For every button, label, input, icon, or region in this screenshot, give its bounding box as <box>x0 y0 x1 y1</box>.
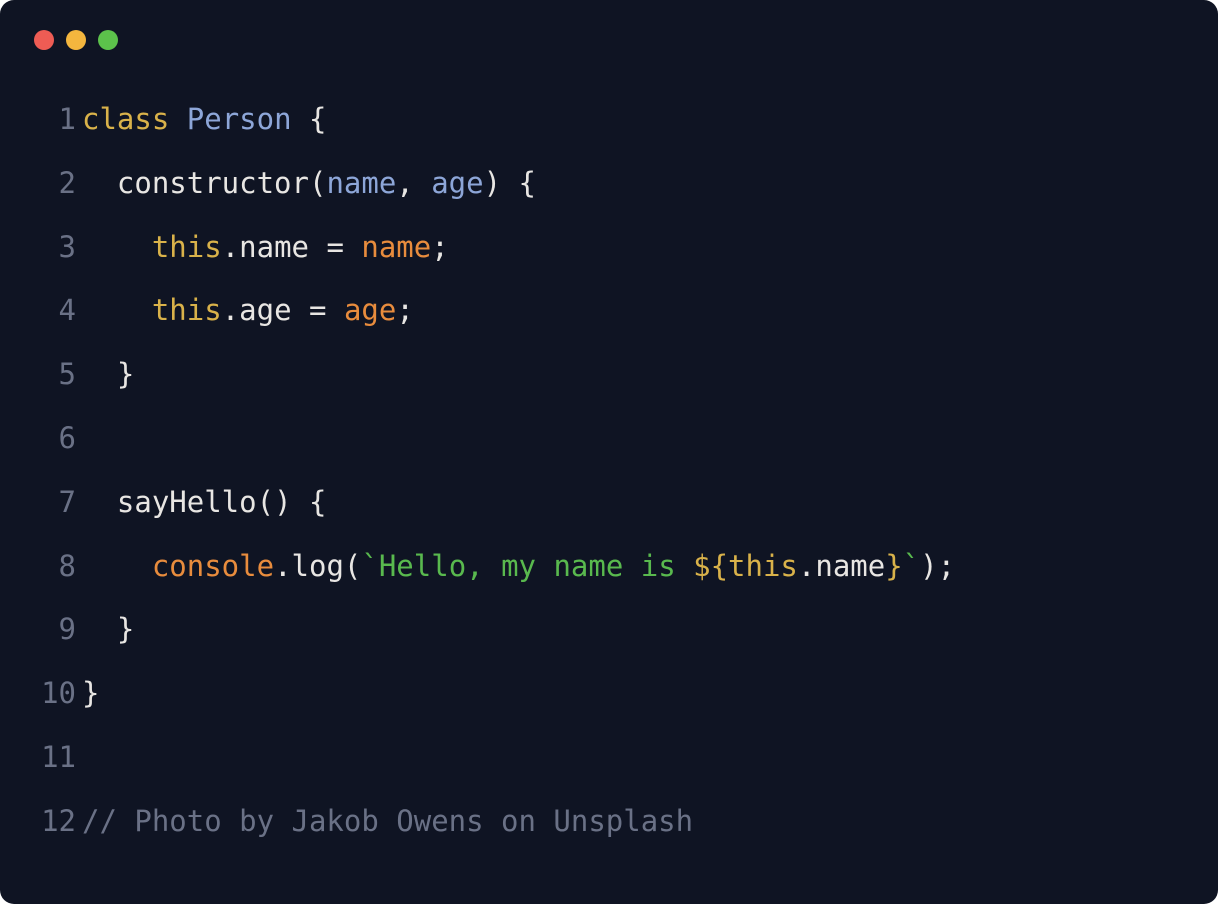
line-content: } <box>82 598 134 662</box>
line-number: 7 <box>34 471 76 535</box>
line-content: } <box>82 343 134 407</box>
line-content: constructor(name, age) { <box>82 152 536 216</box>
token-punct: = <box>309 230 361 264</box>
line-number: 6 <box>34 407 76 471</box>
code-line: 6 <box>34 407 1184 471</box>
token-fn-name: sayHello <box>117 485 257 519</box>
line-number: 8 <box>34 535 76 599</box>
token-this-kw: this <box>152 293 222 327</box>
token-punct: . <box>222 293 239 327</box>
token-punct <box>82 166 117 200</box>
line-content <box>82 726 99 790</box>
token-punct <box>169 102 186 136</box>
token-punct: = <box>292 293 344 327</box>
token-kw-class: class <box>82 102 169 136</box>
token-param: name <box>326 166 396 200</box>
code-line: 3 this.name = name; <box>34 216 1184 280</box>
line-content: } <box>82 662 99 726</box>
token-punct: { <box>292 102 327 136</box>
token-class-name: Person <box>187 102 292 136</box>
code-line: 8 console.log(`Hello, my name is ${this.… <box>34 535 1184 599</box>
code-line: 11 <box>34 726 1184 790</box>
token-punct: . <box>222 230 239 264</box>
token-punct: ) { <box>484 166 536 200</box>
token-var-ref: name <box>361 230 431 264</box>
line-number: 4 <box>34 279 76 343</box>
line-number: 2 <box>34 152 76 216</box>
line-content: sayHello() { <box>82 471 326 535</box>
line-content: console.log(`Hello, my name is ${this.na… <box>82 535 955 599</box>
code-line: 12// Photo by Jakob Owens on Unsplash <box>34 790 1184 854</box>
line-number: 11 <box>34 726 76 790</box>
token-punct: , <box>396 166 431 200</box>
line-content: // Photo by Jakob Owens on Unsplash <box>82 790 693 854</box>
window-titlebar <box>34 30 1184 50</box>
code-window: 1class Person {2 constructor(name, age) … <box>0 0 1218 904</box>
minimize-icon[interactable] <box>66 30 86 50</box>
line-number: 3 <box>34 216 76 280</box>
token-comment: // Photo by Jakob Owens on Unsplash <box>82 804 693 838</box>
token-interp-close: } <box>885 549 902 583</box>
token-punct: } <box>82 676 99 710</box>
token-fn-name: log <box>292 549 344 583</box>
code-line: 7 sayHello() { <box>34 471 1184 535</box>
token-prop: name <box>239 230 309 264</box>
code-line: 5 } <box>34 343 1184 407</box>
token-string: `Hello, my name is <box>361 549 693 583</box>
token-punct: ; <box>396 293 413 327</box>
line-content: this.name = name; <box>82 216 449 280</box>
token-punct: ); <box>920 549 955 583</box>
line-number: 5 <box>34 343 76 407</box>
code-line: 10} <box>34 662 1184 726</box>
code-line: 4 this.age = age; <box>34 279 1184 343</box>
line-number: 10 <box>34 662 76 726</box>
token-prop: name <box>815 549 885 583</box>
token-punct: . <box>274 549 291 583</box>
token-punct: . <box>798 549 815 583</box>
token-string: ` <box>903 549 920 583</box>
line-content: class Person { <box>82 88 326 152</box>
code-line: 9 } <box>34 598 1184 662</box>
token-punct: ( <box>309 166 326 200</box>
token-this-kw: this <box>152 230 222 264</box>
token-punct: ; <box>431 230 448 264</box>
line-content: this.age = age; <box>82 279 414 343</box>
line-number: 9 <box>34 598 76 662</box>
token-var-ref: age <box>344 293 396 327</box>
close-icon[interactable] <box>34 30 54 50</box>
token-punct: ( <box>344 549 361 583</box>
token-punct: () { <box>257 485 327 519</box>
token-this-kw: this <box>728 549 798 583</box>
maximize-icon[interactable] <box>98 30 118 50</box>
token-prop: age <box>239 293 291 327</box>
token-punct <box>82 230 152 264</box>
code-line: 1class Person { <box>34 88 1184 152</box>
code-line: 2 constructor(name, age) { <box>34 152 1184 216</box>
token-punct <box>82 549 152 583</box>
token-punct: } <box>82 357 134 391</box>
token-punct: } <box>82 612 134 646</box>
token-obj-ref: console <box>152 549 274 583</box>
token-fn-name: constructor <box>117 166 309 200</box>
token-interp-open: ${ <box>693 549 728 583</box>
code-editor: 1class Person {2 constructor(name, age) … <box>34 88 1184 854</box>
token-param: age <box>431 166 483 200</box>
line-content <box>82 407 99 471</box>
token-punct <box>82 485 117 519</box>
token-punct <box>82 293 152 327</box>
line-number: 12 <box>34 790 76 854</box>
line-number: 1 <box>34 88 76 152</box>
